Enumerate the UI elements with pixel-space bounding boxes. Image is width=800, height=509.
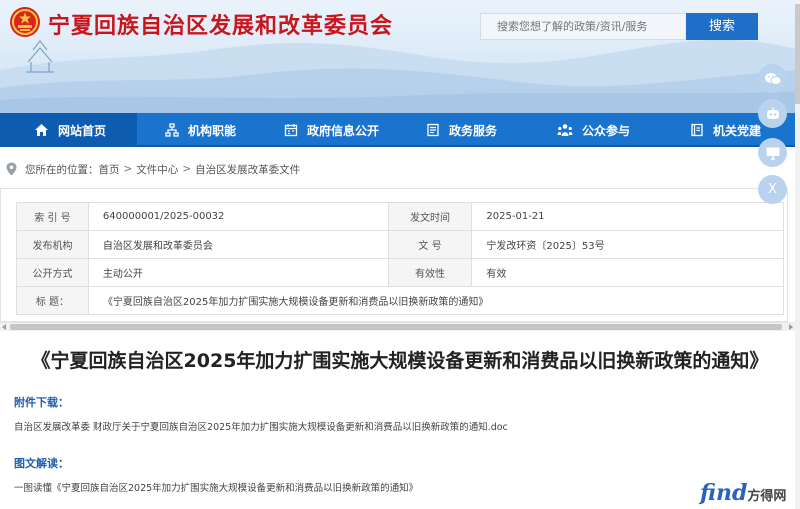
table-row: 发布机构 自治区发展和改革委员会 文 号 宁发改环资〔2025〕53号 <box>16 230 784 259</box>
meta-value: 2025-01-21 <box>471 202 784 231</box>
meta-value: 《宁夏回族自治区2025年加力扩围实施大规模设备更新和消费品以旧换新政策的通知》 <box>87 286 785 315</box>
nav-item-org[interactable]: 机构职能 <box>165 113 236 147</box>
attachment-label: 附件下载： <box>14 396 69 409</box>
nav-label: 政务服务 <box>449 123 498 138</box>
scrollbar-thumb[interactable] <box>10 324 782 330</box>
attachment-link[interactable]: 自治区发展改革委 财政厅关于宁夏回族自治区2025年加力扩围实施大规模设备更新和… <box>14 419 508 433</box>
interpretation-label: 图文解读： <box>14 457 69 470</box>
calendar-icon <box>284 124 298 137</box>
table-row: 索 引 号 640000001/2025-00032 发文时间 2025-01-… <box>16 202 784 231</box>
meta-value: 主动公开 <box>87 258 389 287</box>
nav-label: 网站首页 <box>58 123 107 138</box>
breadcrumb-separator: > <box>182 163 192 175</box>
monitor-icon <box>766 147 779 160</box>
nav-label: 机构职能 <box>188 123 237 138</box>
meta-value: 640000001/2025-00032 <box>87 202 389 231</box>
people-icon <box>557 124 573 136</box>
nav-item-info-disclosure[interactable]: 政府信息公开 <box>284 113 379 147</box>
meta-key: 发布机构 <box>16 230 89 259</box>
watermark-logo: find方得网 <box>700 480 786 506</box>
site-header: 宁夏回族自治区发展和改革委员会 搜索 <box>0 0 800 113</box>
breadcrumb: 您所在的位置： 首页 > 文件中心 > 自治区发展改革委文件 <box>0 157 300 181</box>
horizontal-scrollbar[interactable] <box>0 322 800 331</box>
meta-value: 自治区发展和改革委员会 <box>87 230 389 259</box>
pc-view-button[interactable] <box>758 138 787 167</box>
robot-icon <box>766 107 779 119</box>
meta-key: 文 号 <box>387 230 473 259</box>
book-icon <box>691 123 703 137</box>
document-meta-table: 索 引 号 640000001/2025-00032 发文时间 2025-01-… <box>16 202 785 315</box>
search-input[interactable] <box>480 13 685 40</box>
nav-item-party-building[interactable]: 机关党建 <box>690 113 761 147</box>
watermark-brand: find <box>700 480 748 506</box>
meta-value: 宁发改环资〔2025〕53号 <box>471 230 784 259</box>
home-icon <box>35 124 48 136</box>
table-row: 标 题： 《宁夏回族自治区2025年加力扩围实施大规模设备更新和消费品以旧换新政… <box>16 286 785 315</box>
meta-key: 标 题： <box>16 286 89 315</box>
main-nav: 网站首页 机构职能 政府信息公开 政务服务 公众参与 机关党建 <box>0 113 800 147</box>
wechat-icon <box>764 72 781 85</box>
scroll-left-arrow-icon[interactable] <box>2 324 6 330</box>
site-title[interactable]: 宁夏回族自治区发展和改革委员会 <box>48 8 393 40</box>
table-row: 公开方式 主动公开 有效性 有效 <box>16 258 784 287</box>
breadcrumb-current[interactable]: 自治区发展改革委文件 <box>195 162 300 177</box>
meta-key: 公开方式 <box>16 258 89 287</box>
scrollbar-thumb[interactable] <box>795 4 800 104</box>
vertical-scrollbar[interactable] <box>795 0 800 509</box>
breadcrumb-prefix: 您所在的位置： <box>25 163 99 176</box>
document-icon <box>427 123 439 137</box>
document-title: 《宁夏回族自治区2025年加力扩围实施大规模设备更新和消费品以旧换新政策的通知》 <box>31 350 769 372</box>
breadcrumb-home[interactable]: 首页 <box>99 162 120 177</box>
nav-label: 公众参与 <box>582 123 631 138</box>
meta-key: 有效性 <box>387 258 473 287</box>
document-meta-panel: 索 引 号 640000001/2025-00032 发文时间 2025-01-… <box>0 188 788 322</box>
nav-label: 机关党建 <box>713 123 762 138</box>
search-button[interactable]: 搜索 <box>686 13 758 40</box>
wechat-button[interactable] <box>758 64 787 93</box>
location-pin-icon <box>6 162 17 176</box>
scroll-right-arrow-icon[interactable] <box>789 324 793 330</box>
nav-item-public-participation[interactable]: 公众参与 <box>557 113 630 147</box>
breadcrumb-file-center[interactable]: 文件中心 <box>136 162 178 177</box>
meta-key: 索 引 号 <box>16 202 89 231</box>
org-chart-icon <box>165 123 179 137</box>
breadcrumb-separator: > <box>123 163 133 175</box>
assistant-button[interactable] <box>758 99 787 128</box>
nav-item-home[interactable]: 网站首页 <box>0 113 137 147</box>
watermark-cn: 方得网 <box>747 489 787 504</box>
meta-value: 有效 <box>471 258 784 287</box>
nav-item-gov-services[interactable]: 政务服务 <box>426 113 497 147</box>
national-emblem-icon <box>10 7 40 37</box>
meta-key: 发文时间 <box>387 202 473 231</box>
interpretation-link[interactable]: 一图读懂《宁夏回族自治区2025年加力扩围实施大规模设备更新和消费品以旧换新政策… <box>14 480 418 494</box>
nav-label: 政府信息公开 <box>307 123 380 138</box>
close-float-button[interactable]: X <box>758 175 787 204</box>
